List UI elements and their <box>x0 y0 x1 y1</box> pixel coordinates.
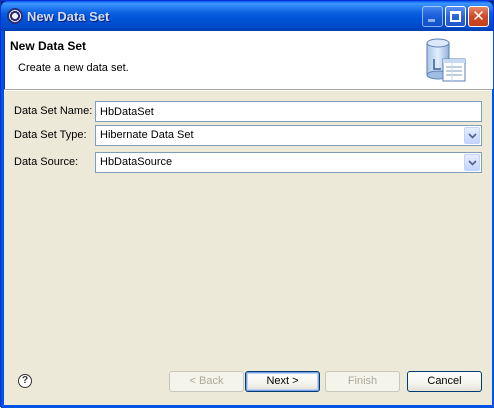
finish-button[interactable]: Finish <box>325 371 400 392</box>
data-source-value: HbDataSource <box>100 156 173 168</box>
banner-title: New Data Set <box>10 39 87 53</box>
wizard-banner: New Data Set Create a new data set. <box>4 31 493 89</box>
data-source-select[interactable]: HbDataSource <box>95 152 482 173</box>
data-set-type-dropdown-button[interactable] <box>464 127 480 144</box>
data-set-type-label: Data Set Type: <box>14 129 87 141</box>
banner-description: Create a new data set. <box>18 62 129 74</box>
cancel-button[interactable]: Cancel <box>407 371 482 392</box>
data-set-name-input[interactable] <box>95 101 482 122</box>
maximize-icon <box>450 11 461 22</box>
maximize-button[interactable] <box>445 6 466 27</box>
eclipse-app-icon <box>7 8 23 24</box>
data-set-type-value: Hibernate Data Set <box>100 129 194 141</box>
data-set-name-label: Data Set Name: <box>14 105 93 117</box>
close-icon: ✕ <box>472 7 485 25</box>
data-set-type-select[interactable]: Hibernate Data Set <box>95 125 482 146</box>
data-source-label: Data Source: <box>14 156 79 168</box>
help-icon[interactable]: ? <box>18 374 32 388</box>
window-title: New Data Set <box>27 9 110 24</box>
chevron-down-icon <box>468 133 477 139</box>
back-button[interactable]: < Back <box>169 371 244 392</box>
minimize-icon <box>428 19 435 22</box>
data-source-dropdown-button[interactable] <box>464 154 480 171</box>
next-button[interactable]: Next > <box>245 371 320 392</box>
chevron-down-icon <box>468 160 477 166</box>
title-bar[interactable]: New Data Set ✕ <box>1 1 493 31</box>
new-data-set-window: New Data Set ✕ New Data Set Create a new… <box>0 0 494 408</box>
minimize-button[interactable] <box>422 6 443 27</box>
data-set-wizard-icon <box>426 38 466 82</box>
close-button[interactable]: ✕ <box>468 6 489 27</box>
wizard-content: Data Set Name: Data Set Type: Hibernate … <box>4 91 492 405</box>
